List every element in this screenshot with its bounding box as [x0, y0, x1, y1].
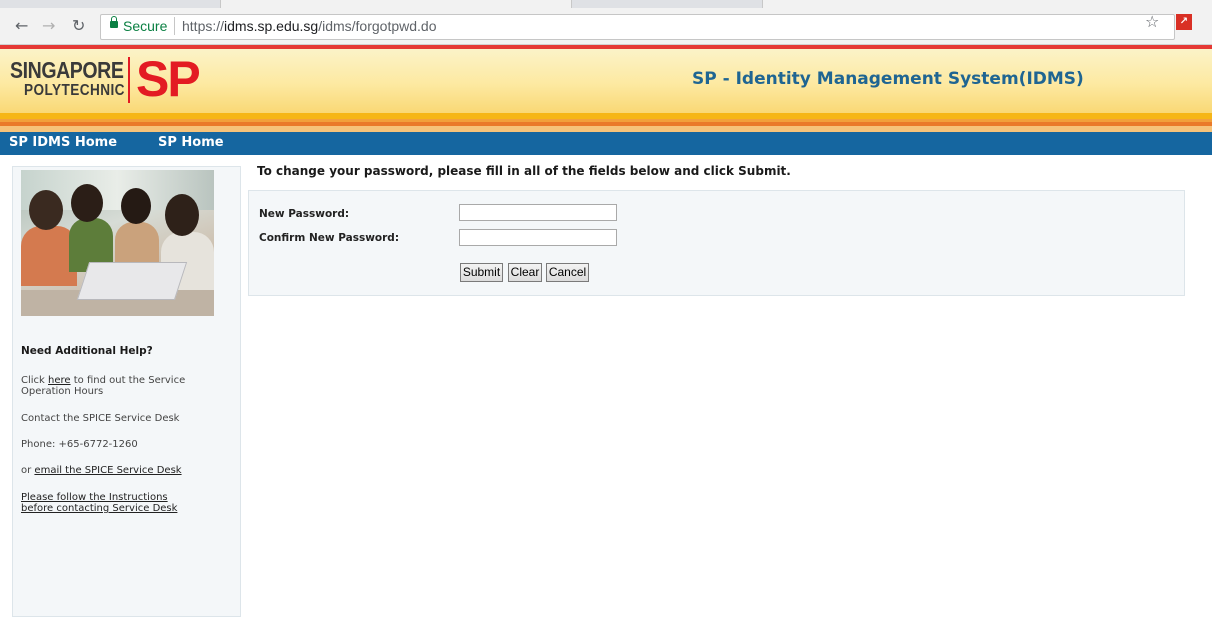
site-title: SP - Identity Management System(IDMS): [692, 69, 1084, 89]
service-hours-line2: Operation Hours: [21, 386, 104, 397]
browser-tab[interactable]: [762, 0, 1212, 8]
browser-tab[interactable]: [220, 0, 572, 8]
sidebar: Need Additional Help? Click here to find…: [12, 166, 241, 617]
main-nav: SP IDMS Home SP Home: [0, 132, 1212, 155]
logo-line-singapore: SINGAPORE: [10, 57, 124, 83]
cancel-button[interactable]: Cancel: [546, 263, 589, 282]
instructions-link-line1[interactable]: Please follow the Instructions: [21, 492, 168, 503]
pdf-extension-icon[interactable]: ↗: [1176, 14, 1192, 30]
confirm-password-label: Confirm New Password:: [259, 232, 400, 244]
email-prefix: or: [21, 465, 35, 476]
confirm-password-input[interactable]: [459, 229, 617, 246]
forward-arrow-icon[interactable]: →: [42, 16, 55, 36]
browser-toolbar: ← → ↻ Secure https://idms.sp.edu.sg/idms…: [0, 8, 1212, 45]
nav-link-sp-home[interactable]: SP Home: [158, 135, 224, 150]
instructions-link[interactable]: Please follow the Instructions before co…: [21, 492, 177, 514]
form-instruction: To change your password, please fill in …: [257, 164, 791, 178]
service-hours-text: Click here to find out the Service Opera…: [21, 375, 185, 397]
url-scheme: https://: [182, 18, 225, 34]
site-header: SINGAPORE POLYTECHNIC SP SP - Identity M…: [0, 49, 1212, 113]
email-text: or email the SPICE Service Desk: [21, 465, 182, 476]
security-label: Secure: [123, 18, 168, 34]
browser-tab-strip: [0, 0, 1212, 8]
contact-text: Contact the SPICE Service Desk: [21, 413, 180, 424]
service-hours-suffix: to find out the Service: [70, 375, 186, 386]
sp-logo-wordmark[interactable]: SINGAPORE POLYTECHNIC: [10, 59, 144, 99]
logo-divider: [128, 57, 130, 103]
clear-button[interactable]: Clear: [508, 263, 542, 282]
url-divider: [174, 17, 175, 35]
service-hours-prefix: Click: [21, 375, 49, 386]
sp-logo-mark[interactable]: SP: [136, 52, 201, 106]
address-bar[interactable]: Secure https://idms.sp.edu.sg/idms/forgo…: [100, 14, 1175, 40]
change-password-form: New Password: Confirm New Password: Subm…: [248, 190, 1185, 296]
logo-line-polytechnic: POLYTECHNIC: [24, 82, 125, 99]
students-photo: [21, 170, 214, 316]
submit-button[interactable]: Submit: [460, 263, 503, 282]
url-text[interactable]: https://idms.sp.edu.sg/idms/forgotpwd.do: [182, 18, 437, 34]
nav-link-sp-idms-home[interactable]: SP IDMS Home: [9, 135, 117, 150]
instructions-link-line2[interactable]: before contacting Service Desk: [21, 503, 177, 514]
service-hours-link[interactable]: here: [48, 375, 71, 386]
url-path: /idms/forgotpwd.do: [318, 18, 437, 34]
lock-icon: [110, 16, 118, 28]
back-arrow-icon[interactable]: ←: [15, 16, 28, 36]
help-heading: Need Additional Help?: [21, 345, 153, 357]
reload-icon[interactable]: ↻: [72, 16, 85, 36]
new-password-label: New Password:: [259, 208, 350, 220]
phone-text: Phone: +65-6772-1260: [21, 439, 138, 450]
url-host: idms.sp.edu.sg: [224, 18, 319, 34]
star-icon[interactable]: ☆: [1145, 14, 1159, 30]
email-service-desk-link[interactable]: email the SPICE Service Desk: [34, 465, 181, 476]
new-password-input[interactable]: [459, 204, 617, 221]
